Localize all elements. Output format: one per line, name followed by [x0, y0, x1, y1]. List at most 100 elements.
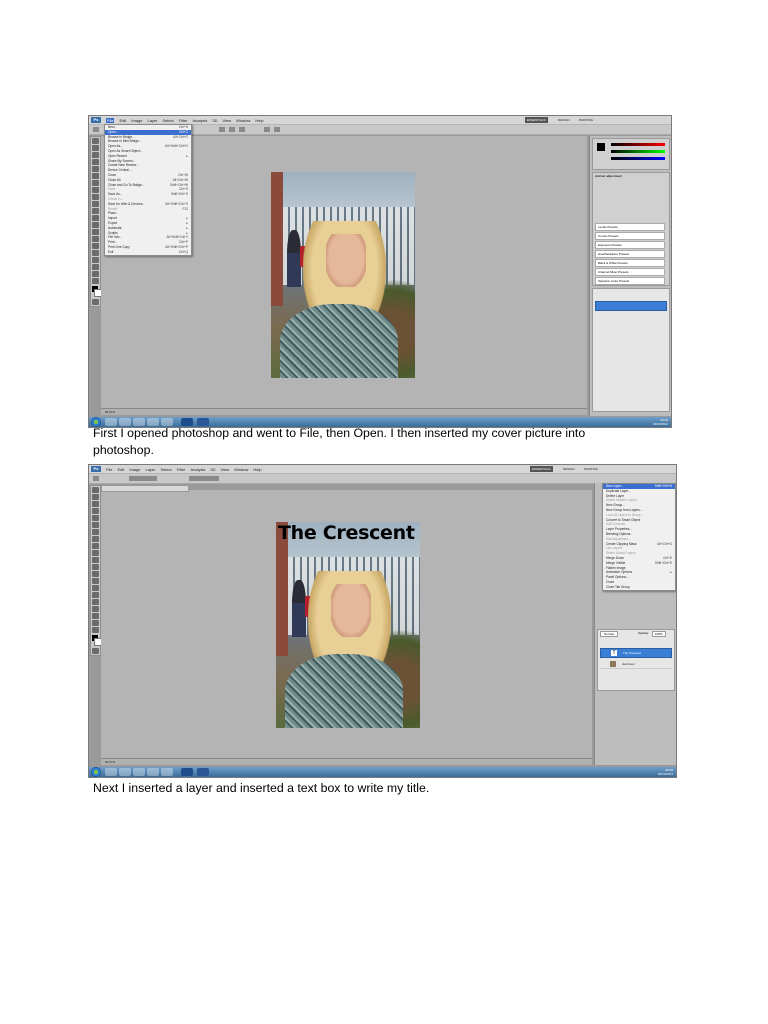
- quick-select-tool-icon[interactable]: [92, 159, 99, 165]
- menu-analysis[interactable]: Analysis: [193, 118, 208, 123]
- layer-menu-item[interactable]: Close Tab Group: [603, 585, 675, 590]
- blue-slider[interactable]: [611, 157, 665, 160]
- gradient-tool-icon[interactable]: [92, 564, 99, 570]
- menu-window[interactable]: Window: [236, 118, 250, 123]
- adjustment-preset-item[interactable]: Levels Presets: [595, 223, 665, 231]
- menu-file[interactable]: File: [106, 117, 115, 123]
- workspace-essentials-button[interactable]: ESSENTIALS: [530, 466, 553, 472]
- file-menu-item[interactable]: Exit Ctrl+Q: [105, 250, 191, 255]
- move-tool-icon[interactable]: [92, 138, 99, 144]
- auto-select-dropdown[interactable]: [129, 476, 157, 481]
- marquee-tool-icon[interactable]: [92, 494, 99, 500]
- taskbar-photoshop-icon[interactable]: [181, 768, 193, 776]
- workspace-painting-button[interactable]: PAINTING: [582, 466, 600, 472]
- move-tool-icon[interactable]: [92, 487, 99, 493]
- menu-layer[interactable]: Layer: [147, 118, 157, 123]
- path-select-tool-icon[interactable]: [92, 599, 99, 605]
- taskbar-app-icon[interactable]: [147, 768, 159, 776]
- taskbar-word-icon[interactable]: [197, 768, 209, 776]
- eraser-tool-icon[interactable]: [92, 208, 99, 214]
- blend-mode-select[interactable]: Normal: [600, 631, 618, 637]
- path-select-tool-icon[interactable]: [92, 250, 99, 256]
- menu-view[interactable]: View: [223, 118, 232, 123]
- crop-tool-icon[interactable]: [92, 515, 99, 521]
- blur-tool-icon[interactable]: [92, 222, 99, 228]
- align-icon[interactable]: [219, 127, 225, 132]
- blur-tool-icon[interactable]: [92, 571, 99, 577]
- zoom-tool-icon[interactable]: [92, 627, 99, 633]
- healing-brush-tool-icon[interactable]: [92, 529, 99, 535]
- history-brush-tool-icon[interactable]: [92, 550, 99, 556]
- healing-brush-tool-icon[interactable]: [92, 180, 99, 186]
- type-tool-icon[interactable]: [92, 592, 99, 598]
- lasso-tool-icon[interactable]: [92, 501, 99, 507]
- crop-tool-icon[interactable]: [92, 166, 99, 172]
- brush-tool-icon[interactable]: [92, 536, 99, 542]
- opacity-field[interactable]: 100%: [652, 631, 666, 637]
- menu-analysis[interactable]: Analysis: [191, 467, 206, 472]
- pen-tool-icon[interactable]: [92, 236, 99, 242]
- layer-row-text[interactable]: T The Crescent: [600, 648, 672, 658]
- menu-view[interactable]: View: [221, 467, 230, 472]
- layer-name[interactable]: dsc/cover: [622, 660, 635, 668]
- layer-row-image[interactable]: dsc/cover: [600, 660, 672, 669]
- adjustment-preset-item[interactable]: Channel Mixer Presets: [595, 268, 665, 276]
- marquee-tool-icon[interactable]: [92, 145, 99, 151]
- zoom-level[interactable]: 66.67%: [105, 410, 115, 414]
- taskbar-explorer-icon[interactable]: [119, 768, 131, 776]
- lasso-tool-icon[interactable]: [92, 152, 99, 158]
- cover-title-text[interactable]: The Crescent: [278, 522, 415, 544]
- taskbar-media-icon[interactable]: [133, 768, 145, 776]
- distribute-icon[interactable]: [264, 127, 270, 132]
- layer-row-selected[interactable]: [595, 301, 667, 311]
- quick-select-tool-icon[interactable]: [92, 508, 99, 514]
- quick-mask-icon[interactable]: [92, 648, 99, 654]
- workspace-design-button[interactable]: DESIGN: [561, 466, 577, 472]
- menu-filter[interactable]: Filter: [177, 467, 186, 472]
- eyedropper-tool-icon[interactable]: [92, 522, 99, 528]
- shape-tool-icon[interactable]: [92, 257, 99, 263]
- clone-stamp-tool-icon[interactable]: [92, 543, 99, 549]
- tool-preset-icon[interactable]: [93, 127, 99, 132]
- dodge-tool-icon[interactable]: [92, 578, 99, 584]
- shape-tool-icon[interactable]: [92, 606, 99, 612]
- menu-image[interactable]: Image: [131, 118, 142, 123]
- workspace-essentials-button[interactable]: ESSENTIALS: [525, 117, 548, 123]
- adjustment-preset-item[interactable]: Black & White Presets: [595, 259, 665, 267]
- transform-controls-checkbox[interactable]: [189, 476, 219, 481]
- workspace-painting-button[interactable]: PAINTING: [577, 117, 595, 123]
- zoom-tool-icon[interactable]: [92, 278, 99, 284]
- start-button-icon[interactable]: [91, 767, 101, 777]
- align-icon[interactable]: [229, 127, 235, 132]
- menu-select[interactable]: Select: [163, 118, 174, 123]
- menu-help[interactable]: Help: [255, 118, 263, 123]
- eyedropper-tool-icon[interactable]: [92, 173, 99, 179]
- menu-3d[interactable]: 3D: [212, 118, 217, 123]
- adjustment-preset-item[interactable]: Exposure Presets: [595, 241, 665, 249]
- adjustment-preset-item[interactable]: Selective Color Presets: [595, 277, 665, 285]
- layer-name[interactable]: The Crescent: [623, 649, 641, 657]
- dodge-tool-icon[interactable]: [92, 229, 99, 235]
- taskbar-app-icon[interactable]: [161, 768, 173, 776]
- pen-tool-icon[interactable]: [92, 585, 99, 591]
- eraser-tool-icon[interactable]: [92, 557, 99, 563]
- brush-tool-icon[interactable]: [92, 187, 99, 193]
- type-tool-icon[interactable]: [92, 243, 99, 249]
- red-slider[interactable]: [611, 143, 665, 146]
- menu-image[interactable]: Image: [129, 467, 140, 472]
- menu-edit[interactable]: Edit: [119, 118, 126, 123]
- foreground-color-swatch[interactable]: [597, 143, 605, 151]
- tool-preset-icon[interactable]: [93, 476, 99, 481]
- adjustment-preset-item[interactable]: Curves Presets: [595, 232, 665, 240]
- menu-file[interactable]: File: [106, 467, 112, 472]
- 3d-rotate-tool-icon[interactable]: [92, 613, 99, 619]
- adjustment-preset-item[interactable]: Hue/Saturation Presets: [595, 250, 665, 258]
- document-tab[interactable]: [101, 485, 189, 492]
- menu-window[interactable]: Window: [234, 467, 248, 472]
- gradient-tool-icon[interactable]: [92, 215, 99, 221]
- document-canvas-area[interactable]: The Crescent: [101, 485, 592, 758]
- menu-edit[interactable]: Edit: [117, 467, 124, 472]
- history-brush-tool-icon[interactable]: [92, 201, 99, 207]
- zoom-level[interactable]: 66.67%: [105, 760, 115, 764]
- clone-stamp-tool-icon[interactable]: [92, 194, 99, 200]
